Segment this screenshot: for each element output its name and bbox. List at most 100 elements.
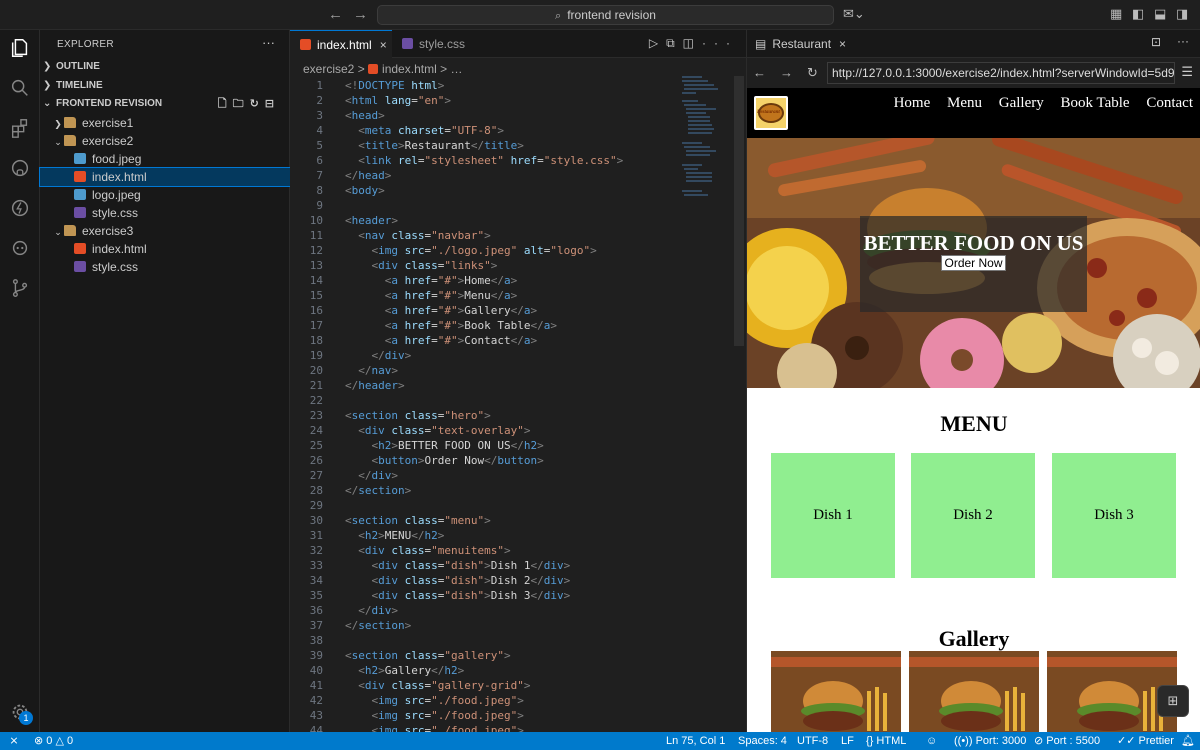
copilot-status-icon[interactable]: ☺ [926,732,937,750]
close-icon[interactable]: × [380,38,387,52]
language-mode[interactable]: {} HTML [866,732,906,750]
problems-indicator[interactable]: ⊗ 0 △ 0 [34,732,73,750]
code-token: > [517,709,524,722]
tree-folder-exercise2[interactable]: ⌄ exercise2 [40,132,290,150]
order-now-button[interactable]: Order Now [941,255,1006,271]
restaurant-logo[interactable]: Restaurant [754,96,788,130]
tree-file-food-jpeg[interactable]: food.jpeg [40,150,290,168]
split-editor-icon[interactable]: ◫ [683,36,702,50]
new-file-icon[interactable]: 🗋 [218,98,233,110]
lock-icon[interactable]: ⊡ [1151,35,1161,49]
code-token: div [371,469,392,482]
forward-arrow-icon[interactable]: → [780,65,807,80]
line-number: 36 [309,604,323,617]
tree-folder-exercise3[interactable]: ⌄ exercise3 [40,222,290,240]
tree-file-style-css-ex3[interactable]: style.css [40,258,290,276]
copilot-chat-icon[interactable] [8,236,32,260]
tab-restaurant-preview[interactable]: ▤ Restaurant × [747,30,846,58]
browser-nav: ←→↻ [753,65,832,81]
search-icon[interactable] [8,76,32,100]
remote-indicator-icon[interactable]: ⨯ [0,732,28,750]
back-arrow-icon[interactable]: ← [328,6,353,23]
tree-file-logo-jpeg[interactable]: logo.jpeg [40,186,290,204]
refresh-icon[interactable]: ↻ [250,98,265,110]
github-icon[interactable] [8,156,32,180]
more-actions-icon[interactable]: ··· [262,35,275,50]
toggle-panel-icon[interactable]: ⬓ [1154,6,1166,22]
more-actions-icon[interactable]: ··· [1177,34,1189,48]
line-number: 21 [309,379,323,392]
tree-file-index-html[interactable]: index.html [39,167,291,187]
nav-link-gallery[interactable]: Gallery [999,95,1044,111]
code-token: > [563,559,571,572]
cursor-position[interactable]: Ln 75, Col 1 [666,732,725,750]
code-token: </ [345,169,359,182]
toggle-secondary-sidebar-icon[interactable]: ◨ [1176,6,1188,22]
code-token: div [384,349,405,362]
live-server-port[interactable]: ((•)) Port: 3000 [954,732,1026,750]
editor-scrollbar[interactable] [734,76,744,346]
code-token: > [391,439,398,452]
copilot-icon[interactable]: ✉⌄ [843,6,865,22]
code-token: <! [345,79,359,92]
back-arrow-icon[interactable]: ← [753,65,780,80]
go-live-port[interactable]: ⊘ Port : 5500 [1034,732,1100,750]
breadcrumb-file[interactable]: index.html [382,62,437,76]
dish-card-1[interactable]: Dish 1 [771,453,895,578]
gallery-image-1[interactable] [771,651,901,732]
extensions-icon[interactable] [8,116,32,140]
nav-link-home[interactable]: Home [894,95,931,111]
code-token: "#" [437,304,458,317]
code-token: html [404,79,438,92]
source-control-icon[interactable] [8,276,32,300]
hamburger-menu-icon[interactable]: ☰ [1181,64,1193,80]
tab-style-css[interactable]: style.css [392,30,488,58]
indentation[interactable]: Spaces: 4 [738,732,787,750]
tree-file-style-css[interactable]: style.css [40,204,290,222]
line-source: <meta charset="UTF-8"> [345,123,504,138]
open-preview-icon[interactable]: ⧉ [666,36,683,50]
run-icon[interactable]: ▷ [649,36,666,50]
close-icon[interactable]: × [839,37,846,51]
forward-arrow-icon[interactable]: → [353,6,378,23]
encoding[interactable]: UTF-8 [797,732,828,750]
customize-layout-icon[interactable]: ▦ [1110,6,1122,22]
command-center-search[interactable]: ⌕ frontend revision [377,5,834,25]
minimap[interactable] [682,76,730,206]
tree-file-index-html-ex3[interactable]: index.html [40,240,290,258]
new-folder-icon[interactable]: 🗀 [233,98,250,110]
notifications-bell-icon[interactable]: 🔔︎ [1181,732,1195,750]
nav-link-book-table[interactable]: Book Table [1061,95,1130,111]
line-source: <div class="text-overlay"> [345,423,530,438]
line-source: <a href="#">Contact</a> [345,333,537,348]
tab-index-html[interactable]: index.html × [290,30,392,58]
nav-link-contact[interactable]: Contact [1146,95,1193,111]
url-input[interactable]: http://127.0.0.1:3000/exercise2/index.ht… [827,62,1175,84]
line-source: <h2>MENU</h2> [345,528,444,543]
code-area[interactable]: 1 <!DOCTYPE html> 2 <html lang="en"> 3 <head>… [290,76,746,737]
floating-layout-icon[interactable]: ⊞ [1157,685,1189,717]
dish-card-3[interactable]: Dish 3 [1052,453,1176,578]
code-token: class [398,559,438,572]
code-token: > [484,559,491,572]
explorer-icon[interactable] [8,36,32,60]
lightning-icon[interactable] [8,196,32,220]
collapse-all-icon[interactable]: ⊟ [265,98,280,110]
workspace-root-header[interactable]: ⌄ FRONTEND REVISION 🗋🗀↻⊟ [40,95,290,113]
dish-card-2[interactable]: Dish 2 [911,453,1035,578]
gallery-image-2[interactable] [909,651,1039,732]
prettier-status[interactable]: ✓✓ Prettier [1117,732,1174,750]
tree-folder-exercise1[interactable]: ❯ exercise1 [40,114,290,132]
line-ending[interactable]: LF [841,732,854,750]
breadcrumb-more[interactable]: … [450,62,462,76]
timeline-section-header[interactable]: ❯ TIMELINE [40,77,290,95]
code-token: </ [358,469,372,482]
outline-section-header[interactable]: ❯ OUTLINE [40,58,290,76]
more-actions-icon[interactable]: ··· [702,36,738,50]
toggle-sidebar-icon[interactable]: ◧ [1132,6,1144,22]
breadcrumb-folder[interactable]: exercise2 [303,62,354,76]
browser-tab-icon: ▤ [755,37,767,51]
nav-link-menu[interactable]: Menu [947,95,982,111]
